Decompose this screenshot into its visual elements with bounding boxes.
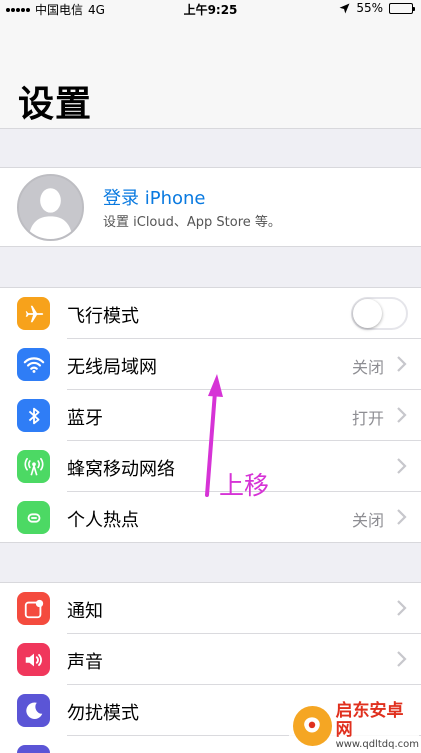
wifi-icon <box>17 348 50 381</box>
row-label: 蜂窝移动网络 <box>67 459 175 480</box>
bluetooth-icon <box>17 399 50 432</box>
moon-icon <box>17 694 50 727</box>
row-label: 无线局域网 <box>67 357 157 378</box>
airplane-icon <box>17 297 50 330</box>
status-bar: 中国电信 4G 上午9:25 55% <box>0 0 421 17</box>
settings-row-airplane-mode[interactable]: 飞行模式 <box>0 288 421 339</box>
watermark-text: 启东安卓网 www.qdltdq.com <box>335 700 419 751</box>
apple-id-row[interactable]: 登录 iPhone 设置 iCloud、App Store 等。 <box>0 167 421 247</box>
row-label: 勿扰模式 <box>67 703 139 724</box>
toggle-knob <box>353 299 382 328</box>
chevron-right-icon <box>397 600 407 616</box>
page-title: 设置 <box>18 84 93 125</box>
location-arrow-icon <box>339 3 350 13</box>
person-silhouette-icon <box>19 176 82 239</box>
chevron-right-icon <box>397 651 407 667</box>
bluetooth-status: 打开 <box>351 409 384 428</box>
connectivity-group: 飞行模式 无线局域网 关闭 蓝牙 打开 蜂窝移动网络 个人热点 关闭 <box>0 287 421 543</box>
watermark: 启东安卓网 www.qdltdq.com <box>289 701 419 751</box>
avatar <box>17 174 84 241</box>
app-icon <box>17 745 50 753</box>
notification-icon <box>17 592 50 625</box>
chevron-right-icon <box>397 458 407 474</box>
cellular-icon <box>17 450 50 483</box>
row-label: 声音 <box>67 652 103 673</box>
chevron-right-icon <box>397 356 407 372</box>
wifi-status: 关闭 <box>351 358 384 377</box>
sign-in-link[interactable]: 登录 iPhone <box>103 184 205 210</box>
settings-row-wifi[interactable]: 无线局域网 关闭 <box>0 339 421 390</box>
settings-row-sounds[interactable]: 声音 <box>0 634 421 685</box>
battery-icon <box>389 2 415 14</box>
watermark-url: www.qdltdq.com <box>335 739 419 751</box>
airplane-mode-toggle[interactable] <box>351 297 408 330</box>
annotation-text: 上移 <box>219 471 270 500</box>
chevron-right-icon <box>397 407 407 423</box>
settings-row-personal-hotspot[interactable]: 个人热点 关闭 <box>0 492 421 543</box>
row-label: 飞行模式 <box>67 306 139 327</box>
status-right: 55% <box>339 1 415 15</box>
page-header: 设置 <box>0 17 421 129</box>
battery-percent: 55% <box>356 1 383 15</box>
sound-icon <box>17 643 50 676</box>
settings-row-cellular[interactable]: 蜂窝移动网络 <box>0 441 421 492</box>
settings-row-bluetooth[interactable]: 蓝牙 打开 <box>0 390 421 441</box>
row-label: 蓝牙 <box>67 408 103 429</box>
watermark-logo-icon <box>293 706 332 746</box>
hotspot-status: 关闭 <box>351 511 384 530</box>
row-label: 通知 <box>67 601 103 622</box>
settings-row-notifications[interactable]: 通知 <box>0 583 421 634</box>
chevron-right-icon <box>397 509 407 525</box>
watermark-name: 启东安卓网 <box>335 700 404 740</box>
row-label: 个人热点 <box>67 510 139 531</box>
hotspot-icon <box>17 501 50 534</box>
profile-subtitle: 设置 iCloud、App Store 等。 <box>103 215 281 230</box>
